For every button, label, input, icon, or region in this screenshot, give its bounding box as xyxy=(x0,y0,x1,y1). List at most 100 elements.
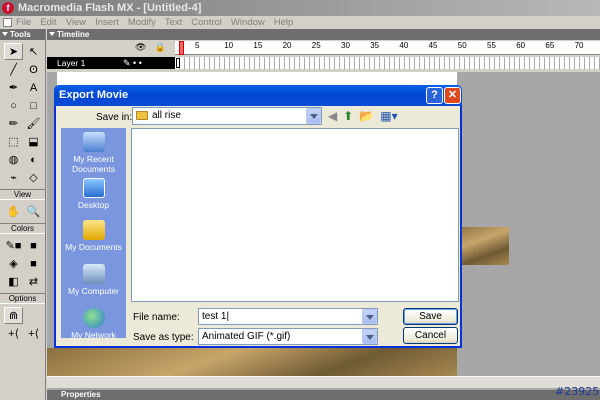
up-folder-icon[interactable]: ⬆ xyxy=(343,109,353,123)
menu-help[interactable]: Help xyxy=(274,17,294,28)
place-my-network[interactable]: My Network xyxy=(61,308,126,340)
menu-text[interactable]: Text xyxy=(165,17,182,28)
frame-number-40: 40 xyxy=(399,41,409,50)
save-in-label: Save in: xyxy=(96,112,133,123)
stroke-color-icon[interactable]: ✎■ xyxy=(4,237,23,254)
brush-tool-icon[interactable]: 🖌 xyxy=(24,115,43,132)
menu-window[interactable]: Window xyxy=(231,17,265,28)
menu-control[interactable]: Control xyxy=(191,17,222,28)
my-network-icon xyxy=(82,308,105,328)
place-label: My Recent Documents xyxy=(72,154,115,174)
paint-bucket-tool-icon[interactable]: ◐ xyxy=(24,151,43,168)
options-section-label: Options xyxy=(0,293,45,304)
fill-transform-tool-icon[interactable]: ⬓ xyxy=(24,133,43,150)
place-my-computer[interactable]: My Computer xyxy=(61,264,126,296)
file-name-label: File name: xyxy=(133,312,180,323)
line-tool-icon[interactable]: ╱ xyxy=(4,61,23,78)
app-title: Macromedia Flash MX - [Untitled-4] xyxy=(18,2,202,14)
back-icon[interactable]: ◀ xyxy=(328,109,337,123)
flash-logo-icon: f xyxy=(2,2,14,14)
file-name-input[interactable]: test 1| xyxy=(198,308,378,325)
eraser-tool-icon[interactable]: ◇ xyxy=(24,169,43,186)
tool-grid: ➤ ↖ ╱ ʘ ✒ A ○ □ ✏ 🖌 ⬚ ⬓ ◍ ◐ ⌁ ◇ xyxy=(0,40,45,189)
file-name-dropdown-arrow-icon[interactable] xyxy=(362,309,377,324)
black-white-icon[interactable]: ◧ xyxy=(4,273,23,290)
eyedropper-tool-icon[interactable]: ⌁ xyxy=(4,169,23,186)
fill-color-icon[interactable]: ◈ xyxy=(4,255,23,272)
help-button[interactable]: ? xyxy=(426,87,443,104)
close-button[interactable]: ✕ xyxy=(444,87,461,104)
save-in-dropdown-arrow-icon[interactable] xyxy=(306,108,321,124)
cancel-button[interactable]: Cancel xyxy=(403,327,458,344)
oval-tool-icon[interactable]: ○ xyxy=(4,97,23,114)
frame-number-20: 20 xyxy=(282,41,292,50)
save-as-type-dropdown[interactable]: Animated GIF (*.gif) xyxy=(198,328,378,345)
pencil-tool-icon[interactable]: ✏ xyxy=(4,115,23,132)
pen-tool-icon[interactable]: ✒ xyxy=(4,79,23,96)
save-in-value: all rise xyxy=(152,110,181,121)
folder-icon xyxy=(136,111,148,120)
stroke-swatch-icon[interactable]: ■ xyxy=(24,237,43,254)
keyframe[interactable] xyxy=(176,58,180,68)
fill-swatch-icon[interactable]: ■ xyxy=(24,255,43,272)
nav-toolbar: ◀ ⬆ 📂 ▦▾ xyxy=(328,107,398,125)
free-transform-tool-icon[interactable]: ⬚ xyxy=(4,133,23,150)
empty-option xyxy=(24,307,43,324)
layer-row[interactable]: Layer 1 ✎ • • xyxy=(47,57,175,69)
magnet-option-icon[interactable]: ⋒ xyxy=(4,307,23,324)
place-label: Desktop xyxy=(77,200,110,210)
hand-tool-icon[interactable]: ✋ xyxy=(4,203,23,220)
arrow-tool-icon[interactable]: ➤ xyxy=(4,43,23,60)
timeline-panel-header[interactable]: Timeline xyxy=(47,29,600,40)
frame-number-15: 15 xyxy=(253,41,263,50)
frame-number-45: 45 xyxy=(428,41,438,50)
zoom-tool-icon[interactable]: 🔍 xyxy=(24,203,43,220)
frame-number-30: 30 xyxy=(341,41,350,50)
straighten-option-icon[interactable]: +⟨ xyxy=(24,325,43,342)
playhead[interactable] xyxy=(179,41,184,55)
timeline-panel: Timeline 👁 🔒 ■ 1510152025303540455055606… xyxy=(47,29,600,72)
menu-modify[interactable]: Modify xyxy=(128,17,156,28)
stage-horizontal-scrollbar[interactable] xyxy=(47,376,600,388)
export-movie-dialog: Export Movie ? ✕ Save in: all rise ◀ ⬆ 📂… xyxy=(54,85,462,348)
rectangle-tool-icon[interactable]: □ xyxy=(24,97,43,114)
subselect-tool-icon[interactable]: ↖ xyxy=(24,43,43,60)
dialog-title: Export Movie xyxy=(54,85,462,106)
save-as-type-label: Save as type: xyxy=(133,332,194,343)
save-in-dropdown[interactable]: all rise xyxy=(132,107,322,125)
frame-number-5: 5 xyxy=(195,41,200,50)
layer-name: Layer 1 xyxy=(57,58,86,68)
save-as-type-dropdown-arrow-icon[interactable] xyxy=(362,329,377,344)
place-my-recent-documents[interactable]: My Recent Documents xyxy=(61,132,126,174)
lasso-tool-icon[interactable]: ʘ xyxy=(24,61,43,78)
menu-insert[interactable]: Insert xyxy=(95,17,119,28)
frame-number-55: 55 xyxy=(487,41,496,50)
frame-number-35: 35 xyxy=(370,41,380,50)
view-tool-grid: ✋ 🔍 xyxy=(0,200,45,223)
recent-documents-icon xyxy=(82,132,105,152)
views-menu-icon[interactable]: ▦▾ xyxy=(380,109,397,123)
frame-number-60: 60 xyxy=(516,41,526,50)
app-title-bar: f Macromedia Flash MX - [Untitled-4] xyxy=(0,0,600,16)
properties-panel-header[interactable]: Properties xyxy=(47,390,600,400)
ink-bottle-tool-icon[interactable]: ◍ xyxy=(4,151,23,168)
file-list-view[interactable] xyxy=(131,128,459,302)
stage-image-bottom[interactable] xyxy=(47,348,457,378)
smooth-option-icon[interactable]: +⟨ xyxy=(4,325,23,342)
view-section-label: View xyxy=(0,189,45,200)
menu-edit[interactable]: Edit xyxy=(40,17,56,28)
tools-panel-header[interactable]: Tools xyxy=(0,29,45,40)
place-desktop[interactable]: Desktop xyxy=(61,178,126,210)
place-label: My Network xyxy=(71,330,116,340)
my-computer-icon xyxy=(82,264,105,284)
timeline-frames[interactable] xyxy=(175,57,600,69)
timeline-ruler[interactable]: 1510152025303540455055606570 xyxy=(175,41,600,55)
desktop-icon xyxy=(82,178,105,198)
menu-file[interactable]: File xyxy=(16,17,31,28)
swap-colors-icon[interactable]: ⇄ xyxy=(24,273,43,290)
place-my-documents[interactable]: My Documents xyxy=(61,220,126,252)
save-button[interactable]: Save xyxy=(403,308,458,325)
new-folder-icon[interactable]: 📂 xyxy=(359,109,374,123)
menu-view[interactable]: View xyxy=(66,17,86,28)
text-tool-icon[interactable]: A xyxy=(24,79,43,96)
